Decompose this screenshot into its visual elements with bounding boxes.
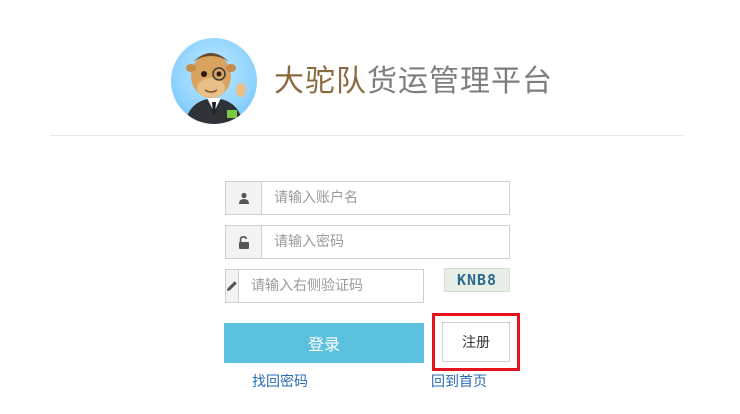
pencil-icon [226, 270, 239, 302]
captcha-field-group [225, 269, 425, 303]
unlock-icon [226, 226, 262, 258]
user-icon [226, 182, 262, 214]
password-input[interactable] [262, 226, 509, 258]
header-divider [50, 135, 684, 136]
forgot-password-link[interactable]: 找回密码 [252, 371, 308, 391]
brand-name: 大驼队 [274, 64, 367, 99]
platform-name: 货运管理平台 [367, 64, 553, 99]
captcha-image[interactable]: KNB8 [444, 268, 510, 292]
password-field-group [225, 225, 510, 259]
page-title: 大驼队货运管理平台 [274, 56, 553, 100]
username-input[interactable] [262, 182, 509, 214]
back-home-link[interactable]: 回到首页 [431, 371, 487, 391]
captcha-text: KNB8 [456, 271, 498, 289]
camel-mascot-icon [171, 38, 257, 124]
login-button[interactable]: 登录 [224, 323, 424, 363]
header: 大驼队货运管理平台 [0, 0, 740, 136]
register-button[interactable]: 注册 [442, 322, 510, 362]
captcha-input[interactable] [239, 270, 425, 302]
username-field-group [225, 181, 510, 215]
